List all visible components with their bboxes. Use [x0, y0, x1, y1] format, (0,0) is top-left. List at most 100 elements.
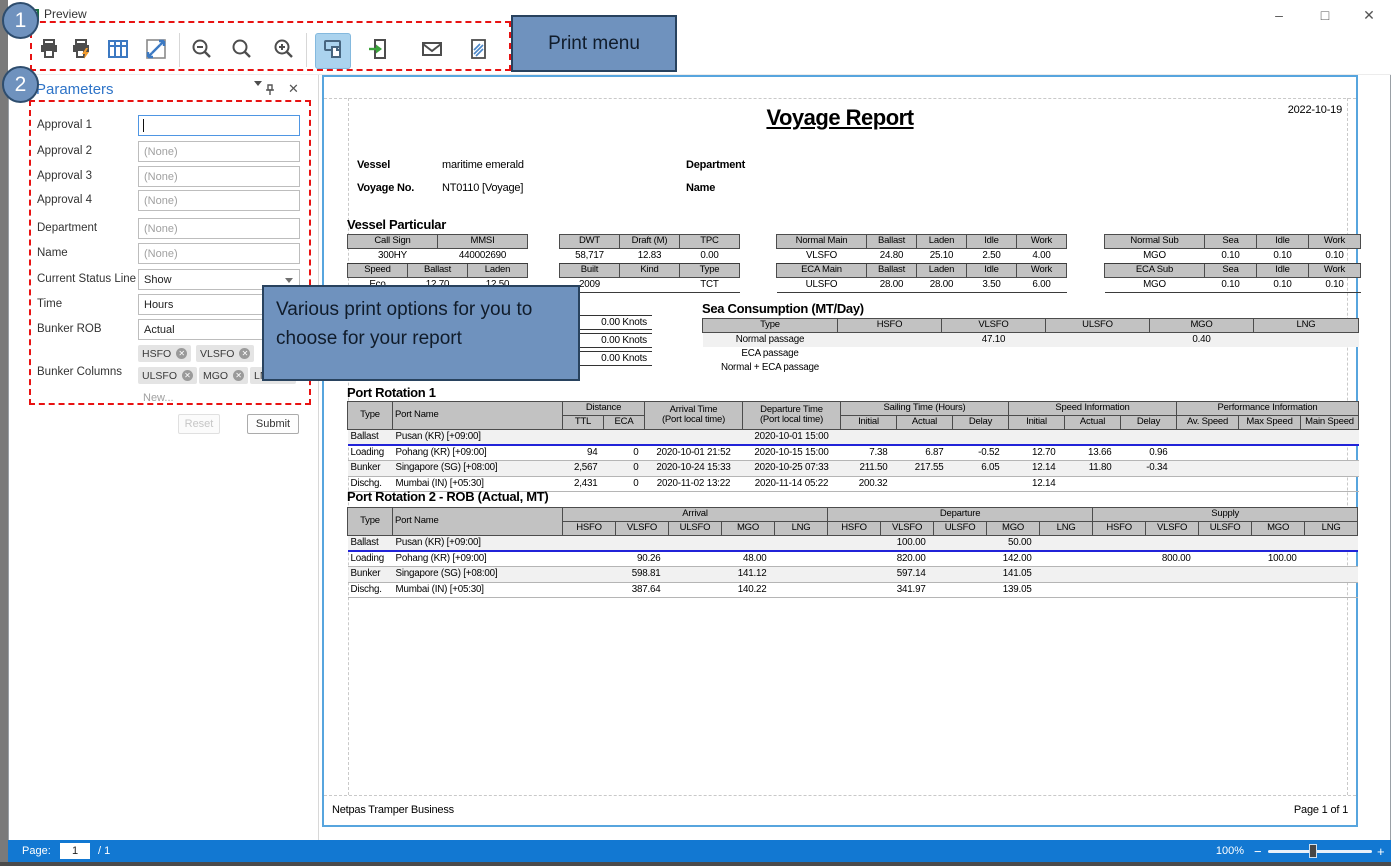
quick-print-button[interactable] [65, 33, 97, 69]
cell: 11.80 [1065, 461, 1121, 476]
zoom-minus-button[interactable]: − [1254, 844, 1262, 859]
approval1-input[interactable] [138, 115, 300, 136]
magnifier-dropdown-caret[interactable] [254, 81, 262, 86]
cell: 211.50 [841, 461, 897, 476]
cell: 200.32 [841, 476, 897, 491]
zoom-in-button[interactable] [268, 33, 300, 69]
header-cell: Arrival Time (Port local time) [645, 402, 743, 430]
titlebar [8, 0, 1391, 28]
approval2-label: Approval 2 [37, 145, 92, 157]
cell: 0.00 [680, 248, 740, 263]
remove-tag-icon[interactable]: ✕ [239, 348, 250, 359]
zoom-slider-track[interactable] [1268, 850, 1372, 853]
header-cell: ECA Sub [1105, 264, 1205, 278]
vessel-value: maritime emerald [442, 159, 524, 171]
cell: 0 [604, 476, 645, 491]
header-cell: Max Speed [1239, 415, 1301, 429]
watermark-button[interactable] [462, 33, 494, 69]
name-input[interactable] [138, 243, 300, 264]
header-cell: DWT [560, 235, 620, 249]
export-button[interactable] [358, 33, 398, 69]
new-tag-input[interactable] [138, 387, 300, 408]
submit-button[interactable]: Submit [247, 414, 299, 434]
cell: Loading [348, 445, 393, 461]
cell: 7.38 [841, 445, 897, 461]
cell: Mumbai (IN) [+05:30] [393, 582, 563, 597]
header-cell: MGO [722, 521, 775, 535]
bunker-tag[interactable]: MGO✕ [199, 367, 248, 384]
cell: 2.50 [967, 248, 1017, 263]
cell [1301, 429, 1359, 445]
cell [1199, 582, 1252, 597]
cell: 0.10 [1257, 278, 1309, 293]
cell [669, 535, 722, 551]
print-button[interactable] [33, 33, 65, 69]
header-cell: Speed [348, 264, 408, 278]
cell: VLSFO [777, 248, 867, 263]
header-cell: Normal Sub [1105, 235, 1205, 249]
table-row: LoadingPohang (KR) [+09:00]9402020-10-01… [348, 445, 1359, 461]
scale-button[interactable] [140, 33, 172, 69]
header-cell: Performance Information [1177, 402, 1359, 416]
table-row: 2009TCT [560, 278, 740, 293]
cell [897, 476, 953, 491]
multiple-pages-button[interactable] [315, 33, 351, 69]
table-header-row: Normal SubSeaIdleWork [1105, 235, 1361, 249]
minimize-button[interactable]: – [1262, 4, 1296, 26]
cell [669, 582, 722, 597]
header-cell: MGO [1252, 521, 1305, 535]
desktop-edge-bottom [0, 862, 1391, 866]
page-number-input[interactable] [60, 843, 90, 859]
cell: 598.81 [616, 567, 669, 582]
approval3-input[interactable] [138, 166, 300, 187]
bunker-tag[interactable]: ULSFO✕ [138, 367, 197, 384]
pin-icon[interactable] [263, 83, 277, 97]
header-cell: ECA [604, 415, 645, 429]
toolbar-separator [306, 33, 307, 67]
cell [1093, 535, 1146, 551]
bunker-tag[interactable]: VLSFO✕ [196, 345, 254, 362]
cell: 13.66 [1065, 445, 1121, 461]
header-cell: Work [1017, 264, 1067, 278]
cell: ECA passage [703, 347, 838, 361]
remove-tag-icon[interactable]: ✕ [182, 370, 193, 381]
close-button[interactable]: ✕ [1352, 4, 1386, 26]
table-row: Normal + ECA passage [703, 361, 1359, 375]
email-icon [420, 37, 444, 66]
cell: 12.83 [620, 248, 680, 263]
cell [1093, 551, 1146, 567]
header-cell: VLSFO [942, 319, 1046, 333]
cell: 140.22 [722, 582, 775, 597]
cell [841, 429, 897, 445]
screenshot-root: Preview – □ ✕ Print menu [0, 0, 1391, 866]
cell [563, 535, 616, 551]
header-cell: Speed Information [1009, 402, 1177, 416]
maximize-button[interactable]: □ [1308, 4, 1342, 26]
cell: 28.00 [867, 278, 917, 293]
bunker-tag[interactable]: HSFO✕ [138, 345, 191, 362]
report-footer-left: Netpas Tramper Business [332, 804, 454, 816]
department-input[interactable] [138, 218, 300, 239]
approval4-input[interactable] [138, 190, 300, 211]
page-setup-button[interactable] [102, 33, 134, 69]
cell [620, 278, 680, 293]
remove-tag-icon[interactable]: ✕ [233, 370, 244, 381]
zoom-out-button[interactable] [186, 33, 218, 69]
cell [1046, 361, 1150, 375]
email-button[interactable] [412, 33, 452, 69]
parameters-close-icon[interactable]: ✕ [288, 81, 299, 97]
approval2-input[interactable] [138, 141, 300, 162]
table-header-row: ECA SubSeaIdleWork [1105, 264, 1361, 278]
cell: 141.05 [987, 567, 1040, 582]
cell [775, 551, 828, 567]
cell [1239, 429, 1301, 445]
remove-tag-icon[interactable]: ✕ [176, 348, 187, 359]
cell [1146, 567, 1199, 582]
cell [722, 535, 775, 551]
zoom-plus-button[interactable]: + [1377, 844, 1385, 859]
cell [838, 361, 942, 375]
magnifier-button[interactable] [222, 33, 262, 69]
zoom-slider-thumb[interactable] [1309, 844, 1317, 858]
cell [775, 567, 828, 582]
reset-button[interactable]: Reset [178, 414, 220, 434]
